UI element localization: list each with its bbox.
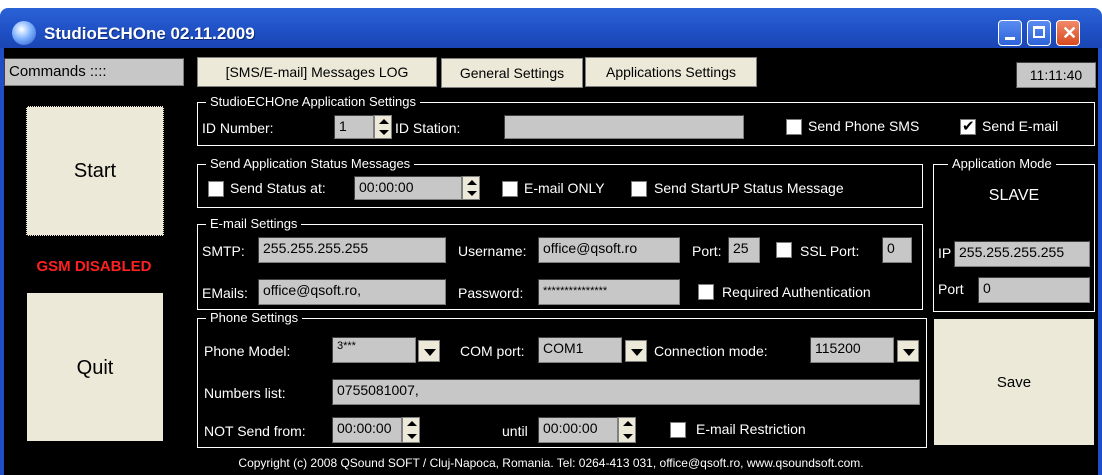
not-send-from-input[interactable]: 00:00:00 [332,417,402,443]
id-number-spinner[interactable] [374,115,392,139]
tab-messages-log[interactable]: [SMS/E-mail] Messages LOG [197,57,437,87]
save-button[interactable]: Save [933,318,1095,446]
startup-status-checkbox[interactable] [631,181,647,197]
password-input[interactable]: *************** [538,279,680,305]
app-settings-frame: StudioECHOne Application Settings ID Num… [197,94,1095,146]
minimize-button[interactable] [998,20,1022,46]
email-settings-legend: E-mail Settings [206,216,302,231]
numbers-list-label: Numbers list: [204,385,286,401]
smtp-input[interactable]: 255.255.255.255 [258,237,446,263]
emails-input[interactable]: office@qsoft.ro, [258,279,446,305]
connection-mode-label: Connection mode: [654,343,768,359]
phone-model-select[interactable]: 3*** [332,337,416,363]
id-station-input[interactable] [504,115,744,139]
email-only-label: E-mail ONLY [524,180,605,196]
password-label: Password: [458,285,524,301]
app-mode-legend: Application Mode [948,156,1056,171]
com-port-label: COM port: [460,343,525,359]
minimize-icon [1005,37,1015,40]
spin-down-icon [623,434,633,439]
phone-settings-legend: Phone Settings [206,310,303,325]
app-settings-legend: StudioECHOne Application Settings [206,94,420,109]
email-port-input[interactable]: 25 [728,237,760,263]
not-send-from-label: NOT Send from: [204,423,306,439]
close-button[interactable]: ✕ [1056,20,1080,46]
gsm-status: GSM DISABLED [36,258,152,275]
title-bar[interactable]: StudioECHOne 02.11.2009 ✕ [0,8,1102,48]
email-restriction-label: E-mail Restriction [696,421,806,437]
quit-button[interactable]: Quit [26,292,164,442]
mode-port-label: Port [938,281,964,297]
app-icon[interactable] [12,21,36,45]
spin-up-icon [379,119,389,124]
window-title: StudioECHOne 02.11.2009 [44,24,255,43]
status-messages-legend: Send Application Status Messages [206,156,415,171]
mode-ip-input[interactable]: 255.255.255.255 [954,241,1090,267]
send-status-label: Send Status at: [230,180,326,196]
until-label: until [502,423,528,439]
smtp-label: SMTP: [202,243,245,259]
spin-down-icon [379,130,389,135]
commands-label: Commands :::: [4,58,184,86]
send-email-label: Send E-mail [982,118,1059,134]
spin-up-icon [407,421,417,426]
username-input[interactable]: office@qsoft.ro [538,237,680,263]
not-send-from-spinner[interactable] [402,417,420,443]
send-phone-sms-label: Send Phone SMS [808,118,920,134]
send-phone-sms-checkbox[interactable] [786,119,802,135]
spin-down-icon [467,191,477,196]
until-spinner[interactable] [618,417,636,443]
maximize-button[interactable] [1027,20,1051,46]
username-label: Username: [458,243,527,259]
connection-mode-select[interactable]: 115200 [810,337,894,363]
send-email-checkbox[interactable] [960,117,976,135]
spin-up-icon [623,421,633,426]
mode-port-input[interactable]: 0 [978,277,1090,303]
status-messages-frame: Send Application Status Messages Send St… [197,156,923,208]
tab-applications-settings[interactable]: Applications Settings [585,57,757,87]
chevron-down-icon[interactable] [897,340,919,362]
email-settings-frame: E-mail Settings SMTP: 255.255.255.255 Us… [197,216,923,310]
chevron-down-icon[interactable] [418,340,440,362]
phone-settings-frame: Phone Settings Phone Model: 3*** COM por… [197,310,927,448]
chevron-down-icon[interactable] [625,340,647,362]
start-button[interactable]: Start [26,106,164,236]
phone-model-label: Phone Model: [204,343,291,359]
ssl-port-checkbox[interactable] [776,242,792,258]
until-input[interactable]: 00:00:00 [538,417,618,443]
maximize-icon [1033,26,1045,38]
tab-general-settings[interactable]: General Settings [441,58,583,88]
numbers-list-input[interactable]: 0755081007, [332,379,920,405]
port-label: Port: [692,243,722,259]
app-mode-frame: Application Mode SLAVE IP 255.255.255.25… [933,156,1095,312]
id-number-input[interactable]: 1 [334,115,374,139]
close-icon: ✕ [1062,23,1078,43]
required-auth-checkbox[interactable] [698,284,714,300]
main-window: Commands :::: Start GSM DISABLED Quit [S… [0,48,1102,475]
ssl-port-input[interactable]: 0 [882,237,912,263]
com-port-select[interactable]: COM1 [538,337,622,363]
spin-up-icon [467,180,477,185]
emails-label: EMails: [202,285,248,301]
mode-ip-label: IP [938,245,952,261]
send-status-checkbox[interactable] [208,181,224,197]
spin-down-icon [407,434,417,439]
clock-display: 11:11:40 [1016,62,1096,88]
required-auth-label: Required Authentication [722,284,871,300]
ssl-port-label: SSL Port: [800,243,860,259]
app-mode-value: SLAVE [988,187,1040,204]
footer-copyright: Copyright (c) 2008 QSound SOFT / Cluj-Na… [238,456,864,470]
email-restriction-checkbox[interactable] [670,422,686,438]
email-only-checkbox[interactable] [502,181,518,197]
startup-status-label: Send StartUP Status Message [654,180,844,196]
id-number-label: ID Number: [202,120,274,136]
status-time-input[interactable]: 00:00:00 [354,176,462,200]
id-station-label: ID Station: [395,120,461,136]
status-time-spinner[interactable] [462,176,480,200]
